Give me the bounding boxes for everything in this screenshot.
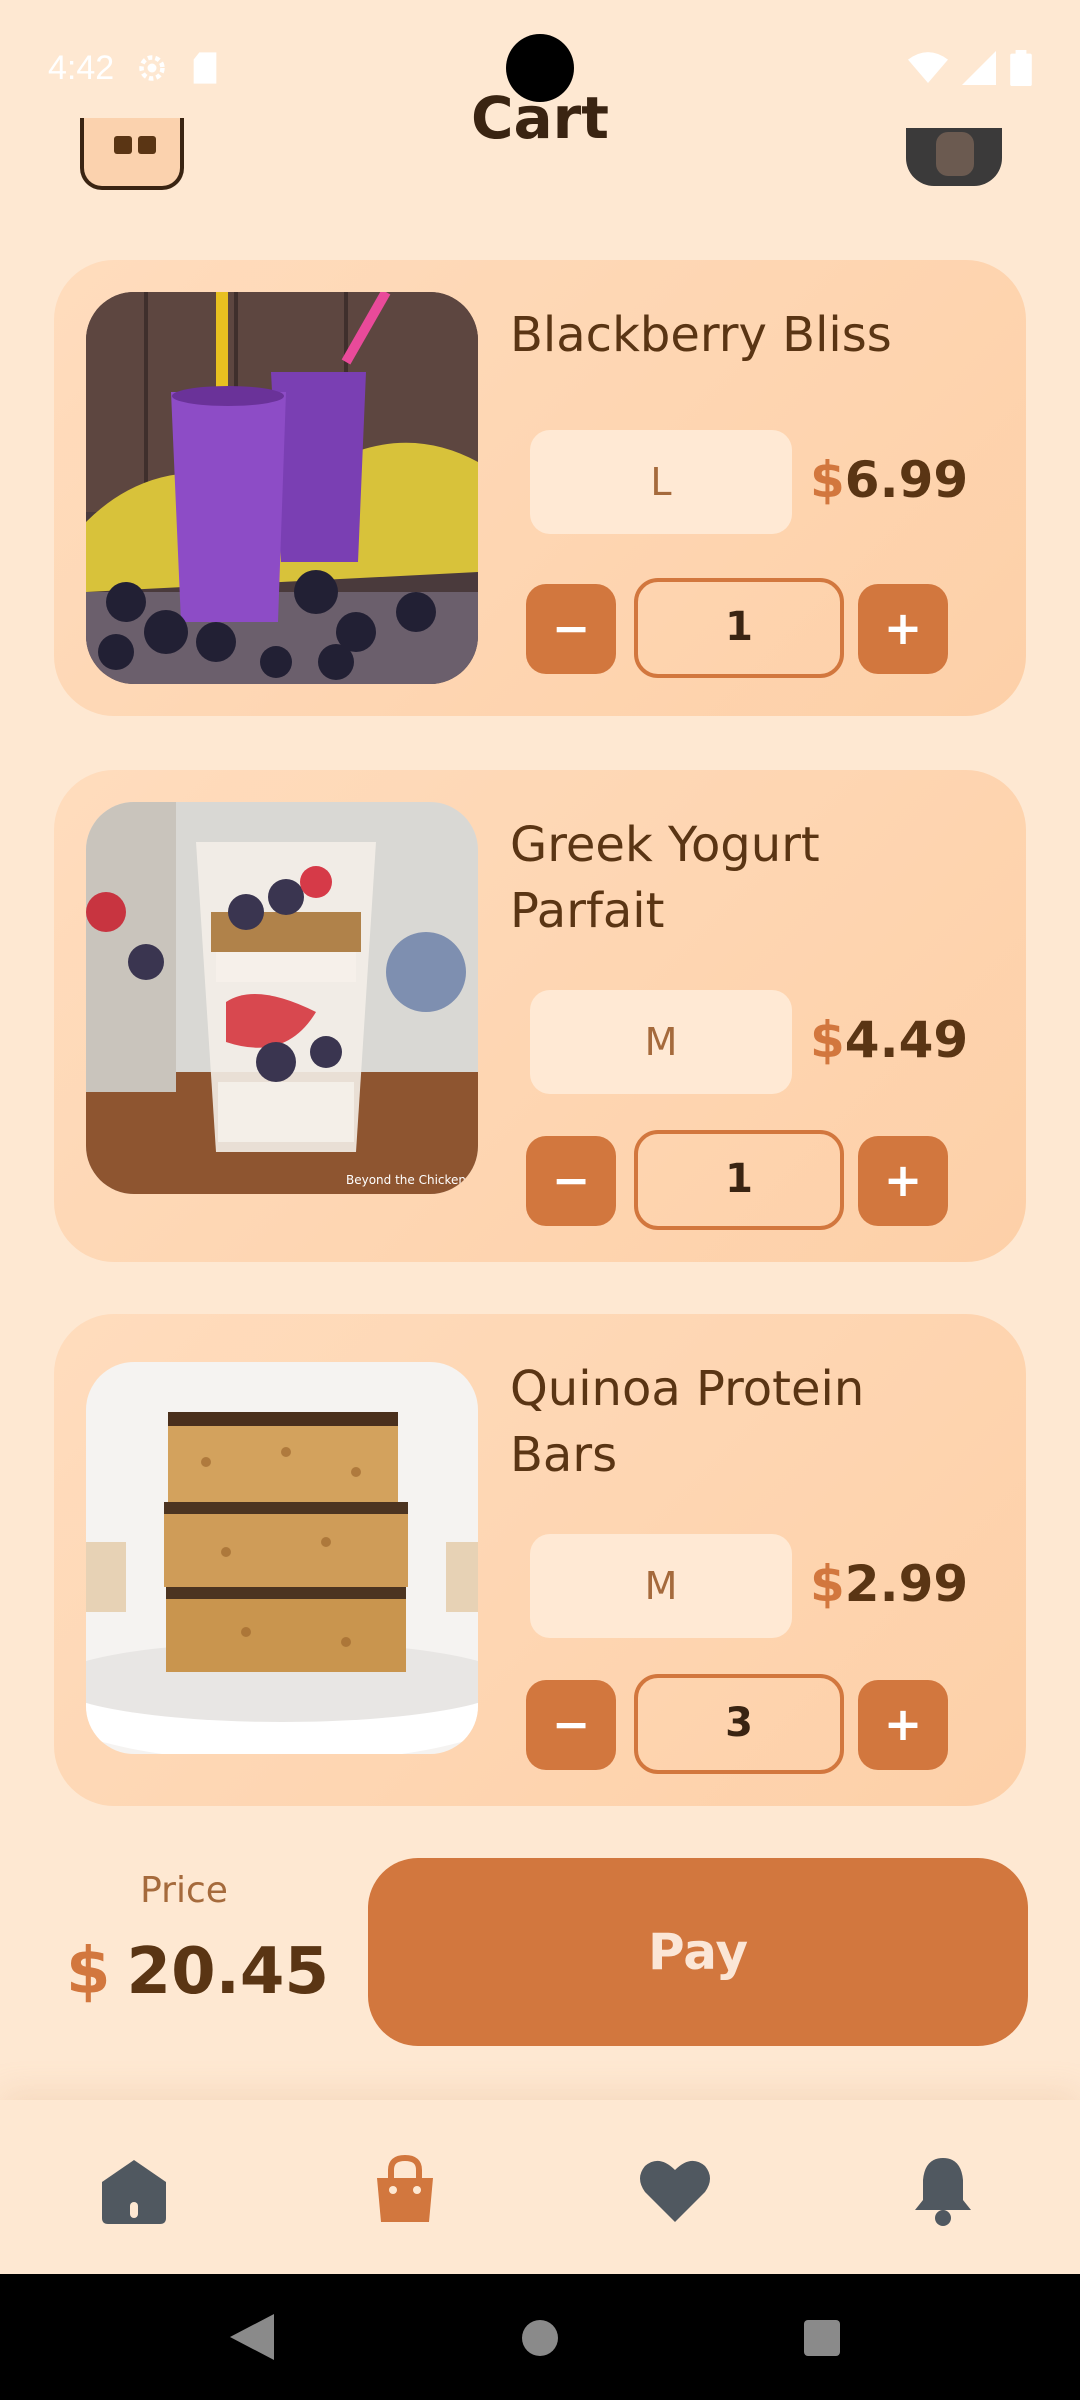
home-circle-icon[interactable]: [520, 2318, 560, 2358]
wifi-icon: [908, 52, 948, 83]
battery-icon: [1010, 50, 1032, 86]
price-value: 4.49: [844, 1011, 969, 1069]
size-selector[interactable]: M: [530, 990, 792, 1094]
signal-icon: [962, 51, 996, 85]
decrease-quantity-button[interactable]: −: [526, 584, 616, 674]
currency-symbol: $: [810, 1011, 845, 1069]
blackberry-smoothie-image: [86, 292, 478, 684]
quantity-value: 1: [634, 578, 844, 678]
item-price: $6.99: [810, 450, 968, 510]
nav-favorites[interactable]: [635, 2150, 715, 2230]
increase-quantity-button[interactable]: +: [858, 584, 948, 674]
cart-item-card: Beyond the Chicken C Greek Yogurt Parfai…: [54, 770, 1026, 1262]
status-time: 4:42: [48, 48, 115, 87]
increase-quantity-button[interactable]: +: [858, 1136, 948, 1226]
nav-home[interactable]: [94, 2150, 174, 2230]
total-price-label: Price: [140, 1870, 228, 1911]
nav-cart[interactable]: [365, 2150, 445, 2230]
header: Cart: [0, 94, 1080, 190]
recents-icon[interactable]: [802, 2318, 842, 2358]
cart-item-card: Quinoa Protein Bars M $2.99 − 3 +: [54, 1314, 1026, 1806]
yogurt-parfait-image: Beyond the Chicken C: [86, 802, 478, 1194]
currency-symbol: $: [66, 1935, 111, 2009]
total-price: $20.45: [66, 1935, 329, 2009]
back-icon[interactable]: [230, 2314, 274, 2360]
item-name: Greek Yogurt Parfait: [510, 817, 820, 939]
status-right: [908, 50, 1032, 86]
item-price: $2.99: [810, 1554, 968, 1614]
price-value: 6.99: [844, 451, 969, 509]
decrease-quantity-button[interactable]: −: [526, 1680, 616, 1770]
size-selector[interactable]: L: [530, 430, 792, 534]
avatar[interactable]: [906, 128, 1002, 186]
item-price: $4.49: [810, 1010, 968, 1070]
shopping-bag-icon: [377, 2154, 433, 2222]
currency-symbol: $: [810, 1555, 845, 1613]
increase-quantity-button[interactable]: +: [858, 1680, 948, 1770]
quantity-value: 1: [634, 1130, 844, 1230]
bottom-nav: [0, 2100, 1080, 2274]
bell-icon: [915, 2158, 971, 2226]
home-icon: [102, 2160, 166, 2224]
item-name: Blackberry Bliss: [510, 307, 892, 363]
pay-button[interactable]: Pay: [368, 1858, 1028, 2046]
settings-icon: [139, 55, 165, 81]
system-nav-bar: [0, 2274, 1080, 2400]
decrease-quantity-button[interactable]: −: [526, 1136, 616, 1226]
nav-notifications[interactable]: [903, 2150, 983, 2230]
quantity-value: 3: [634, 1674, 844, 1774]
currency-symbol: $: [810, 451, 845, 509]
page-title-text: Cart: [470, 94, 610, 150]
item-name: Quinoa Protein Bars: [510, 1361, 865, 1483]
status-left: 4:42: [48, 49, 220, 88]
size-selector[interactable]: M: [530, 1534, 792, 1638]
cart-item-card: Blackberry Bliss L $6.99 − 1 +: [54, 260, 1026, 716]
heart-icon: [640, 2160, 710, 2222]
sd-card-icon: [193, 52, 217, 84]
protein-bars-image: [86, 1362, 478, 1754]
total-price-value: 20.45: [126, 1935, 329, 2009]
image-credit: Beyond the Chicken C: [346, 1173, 478, 1187]
camera-cutout: [506, 34, 574, 102]
price-value: 2.99: [844, 1555, 969, 1613]
